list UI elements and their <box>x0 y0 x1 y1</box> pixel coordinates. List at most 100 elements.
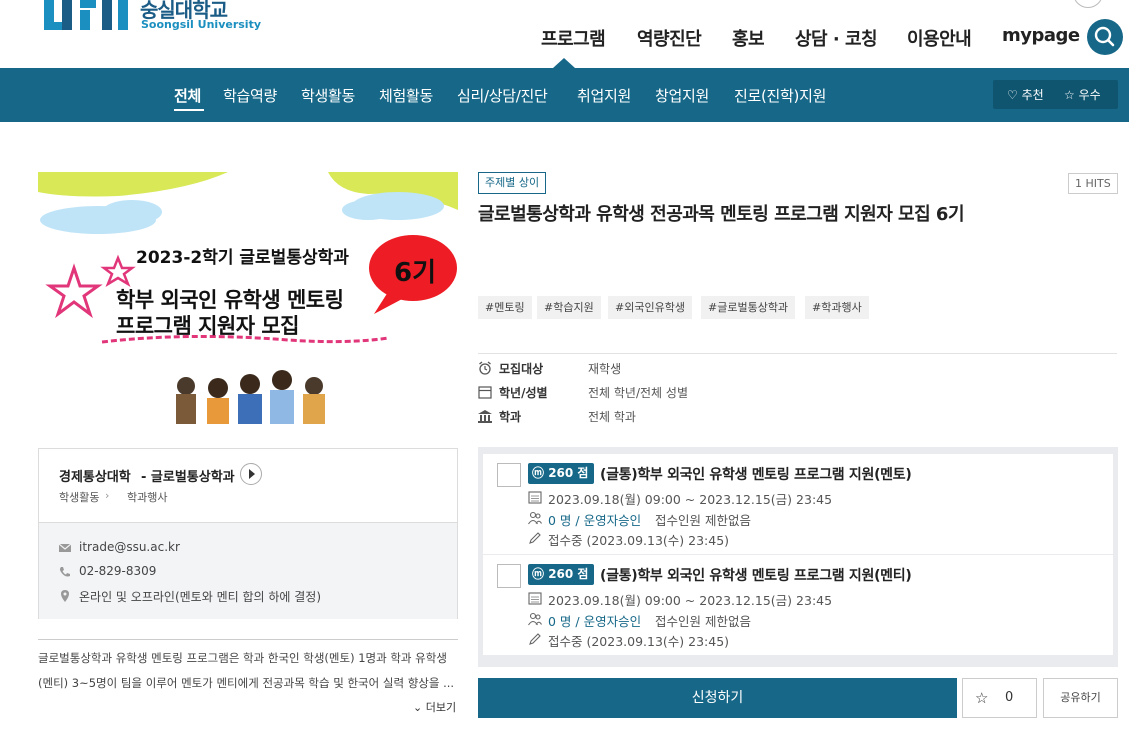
subnav-career[interactable]: 진로(진학)지원 <box>734 85 826 106</box>
chevron-right-icon: › <box>105 489 110 502</box>
meta-grade-value: 전체 학년/전체 성별 <box>588 386 688 400</box>
building-icon <box>478 410 492 423</box>
meta-dept-label: 학과 <box>499 410 522 424</box>
calendar-icon <box>478 386 492 399</box>
subnav-experience[interactable]: 체험활동 <box>379 85 433 106</box>
tag-item[interactable]: #학습지원 <box>537 296 601 319</box>
nav-promotion[interactable]: 홍보 <box>732 25 765 51</box>
meta-divider <box>478 353 1117 354</box>
meta-target-value: 재학생 <box>588 362 622 376</box>
active-nav-caret <box>553 58 575 68</box>
contact-phone[interactable]: 02-829-8309 <box>79 564 156 578</box>
department-link-button[interactable] <box>240 463 262 485</box>
filter-box: ♡ 추천 ☆ 우수 <box>993 80 1118 109</box>
department-name: - 글로벌통상학과 <box>141 470 235 485</box>
apply-button[interactable]: 신청하기 <box>478 678 957 718</box>
mileage-icon: ⓜ <box>532 567 545 581</box>
category-secondary[interactable]: 학과행사 <box>127 489 167 505</box>
session-count: 0 명 / 운영자승인 <box>548 513 642 528</box>
session-limit: 접수인원 제한없음 <box>655 513 751 528</box>
subnav-learning[interactable]: 학습역량 <box>223 85 277 106</box>
session-period: 2023.09.18(월) 09:00 ~ 2023.12.15(금) 23:4… <box>548 492 833 507</box>
session-status: 접수중 (2023.09.13(수) 23:45) <box>548 634 730 649</box>
subnav-active-underline <box>174 109 204 111</box>
meta-dept-value: 전체 학과 <box>588 410 636 424</box>
search-button[interactable] <box>1087 19 1123 55</box>
pen-icon <box>529 633 541 645</box>
chevron-down-icon: ⌄ <box>413 701 423 714</box>
excellent-label: 우수 <box>1078 88 1101 102</box>
site-header: 숭실대학교 Soongsil University 프로그램 역량진단 홍보 상… <box>0 0 1129 68</box>
nav-guide[interactable]: 이용안내 <box>907 25 972 51</box>
session-count: 0 명 / 운영자승인 <box>548 614 642 629</box>
people-icon <box>528 612 542 626</box>
nav-diagnosis[interactable]: 역량진단 <box>637 25 702 51</box>
tag-item[interactable]: #글로벌통상학과 <box>701 296 796 319</box>
subnav-student-activity[interactable]: 학생활동 <box>301 85 355 106</box>
nav-program[interactable]: 프로그램 <box>541 25 606 51</box>
pen-icon <box>529 532 541 544</box>
session-name[interactable]: (글통)학부 외국인 유학생 멘토링 프로그램 지원(멘토) <box>600 464 912 484</box>
description-divider <box>38 639 458 640</box>
logo-english-name[interactable]: Soongsil University <box>141 18 261 31</box>
session-item: ⓜ 260 점 (글통)학부 외국인 유학생 멘토링 프로그램 지원(멘티) 2… <box>483 555 1113 655</box>
search-icon <box>1094 26 1115 47</box>
college-name: 경제통상대학 <box>59 470 131 485</box>
meta-target-label: 모집대상 <box>499 362 544 376</box>
subnav-counseling[interactable]: 심리/상담/진단 <box>457 85 548 106</box>
star-icon: ☆ <box>975 689 989 707</box>
session-limit: 접수인원 제한없음 <box>655 614 751 629</box>
soongsil-logo-icon[interactable] <box>44 0 132 36</box>
session-period: 2023.09.18(월) 09:00 ~ 2023.12.15(금) 23:4… <box>548 593 833 608</box>
phone-icon <box>60 567 70 577</box>
nav-counseling[interactable]: 상담 · 코칭 <box>795 25 878 51</box>
tag-item[interactable]: #학과행사 <box>805 296 869 319</box>
category-primary[interactable]: 학생활동 <box>59 489 99 505</box>
poster-badge: 6기 <box>394 258 437 288</box>
program-poster: 2023-2학기 글로벌통상학과 6기 학부 외국인 유학생 멘토링 프로그램 … <box>38 172 458 424</box>
category-nav: 전체 학습역량 학생활동 체험활동 심리/상담/진단 취업지원 창업지원 진로(… <box>0 68 1129 122</box>
poster-line1: 2023-2학기 글로벌통상학과 <box>136 248 349 268</box>
session-list: ⓜ 260 점 (글통)학부 외국인 유학생 멘토링 프로그램 지원(멘토) 2… <box>478 447 1118 667</box>
excellent-filter[interactable]: ☆ 우수 <box>1064 86 1101 103</box>
people-icon <box>528 511 542 525</box>
contact-email[interactable]: itrade@ssu.ac.kr <box>79 540 180 554</box>
contact-section: itrade@ssu.ac.kr 02-829-8309 온라인 및 오프라인(… <box>39 522 457 619</box>
subnav-all[interactable]: 전체 <box>174 85 201 106</box>
recommend-label: 추천 <box>1021 88 1044 102</box>
top-util-button[interactable] <box>1073 0 1103 8</box>
like-button[interactable]: ☆ 0 <box>962 678 1037 718</box>
session-checkbox[interactable] <box>497 564 521 588</box>
location-pin-icon <box>61 590 69 602</box>
points-value: 260 점 <box>548 466 589 480</box>
session-checkbox[interactable] <box>497 463 521 487</box>
contact-location: 온라인 및 오프라인(멘토와 멘티 합의 하에 결정) <box>79 590 322 604</box>
calendar-icon <box>528 491 542 504</box>
description-line-2: (멘티) 3~5명이 팀을 이루어 멘토가 멘티에게 전공과목 학습 및 한국어… <box>38 676 455 690</box>
tag-item[interactable]: #멘토링 <box>478 296 532 319</box>
subnav-employment[interactable]: 취업지원 <box>577 85 631 106</box>
points-value: 260 점 <box>548 567 589 581</box>
session-status: 접수중 (2023.09.13(수) 23:45) <box>548 533 730 548</box>
points-badge: ⓜ 260 점 <box>528 564 595 585</box>
topic-badge: 주제별 상이 <box>478 172 547 194</box>
mileage-icon: ⓜ <box>532 466 545 480</box>
session-item: ⓜ 260 점 (글통)학부 외국인 유학생 멘토링 프로그램 지원(멘토) 2… <box>483 454 1113 554</box>
mail-icon <box>59 543 71 552</box>
alarm-clock-icon <box>479 361 491 375</box>
points-badge: ⓜ 260 점 <box>528 463 595 484</box>
subnav-startup[interactable]: 창업지원 <box>655 85 709 106</box>
description-line-1: 글로벌통상학과 유학생 멘토링 프로그램은 학과 한국인 학생(멘토) 1명과 … <box>38 651 447 665</box>
session-name[interactable]: (글통)학부 외국인 유학생 멘토링 프로그램 지원(멘티) <box>600 565 912 585</box>
recommend-filter[interactable]: ♡ 추천 <box>1007 86 1044 103</box>
share-button[interactable]: 공유하기 <box>1043 678 1118 718</box>
tag-item[interactable]: #외국인유학생 <box>608 296 692 319</box>
hits-badge: 1 HITS <box>1068 173 1118 194</box>
program-title: 글로벌통상학과 유학생 전공과목 멘토링 프로그램 지원자 모집 6기 <box>478 204 965 225</box>
poster-line3: 프로그램 지원자 모집 <box>116 314 300 338</box>
more-button[interactable]: ⌄ 더보기 <box>413 699 456 715</box>
nav-mypage[interactable]: mypage <box>1002 25 1080 46</box>
like-count: 0 <box>1005 690 1014 705</box>
department-info-card: 경제통상대학 - 글로벌통상학과 학생활동 › 학과행사 itrade@ssu.… <box>38 448 458 619</box>
calendar-icon <box>528 592 542 605</box>
